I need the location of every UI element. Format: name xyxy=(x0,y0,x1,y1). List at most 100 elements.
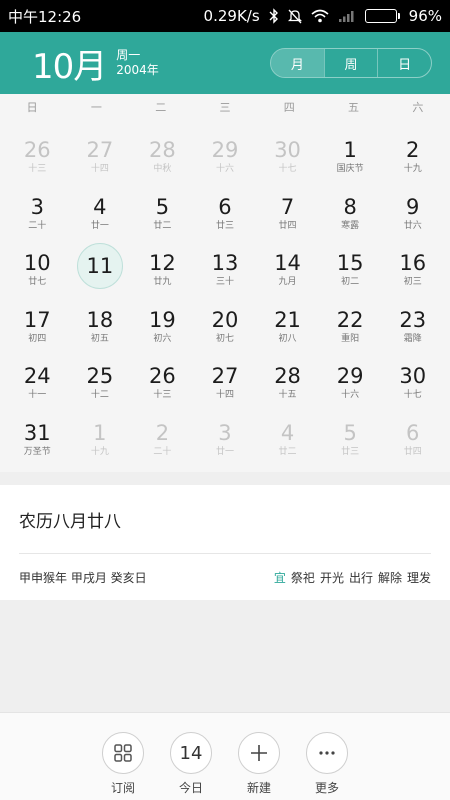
lunar-day: 国庆节 xyxy=(336,164,364,174)
day-cell[interactable]: 2 二十 xyxy=(131,409,194,466)
day-cell[interactable]: 4 廿二 xyxy=(256,409,319,466)
day-number: 8 xyxy=(343,194,357,219)
status-bar: 中午12:26 0.29K/s 96% xyxy=(0,0,450,32)
day-number: 28 xyxy=(149,138,176,162)
day-cell[interactable]: 24 十一 xyxy=(6,352,69,409)
day-cell[interactable]: 16 初三 xyxy=(381,239,444,296)
battery-percent: 96% xyxy=(408,7,442,25)
view-month-tab[interactable]: 月 xyxy=(271,49,324,77)
month-title[interactable]: 10月 xyxy=(32,39,107,88)
day-cell[interactable]: 27 十四 xyxy=(69,126,132,183)
wifi-icon xyxy=(311,9,329,23)
day-cell[interactable]: 29 十六 xyxy=(194,126,257,183)
network-speed: 0.29K/s xyxy=(203,7,260,25)
day-cell[interactable]: 29 十六 xyxy=(319,352,382,409)
new-tool[interactable]: 新建 xyxy=(229,732,289,796)
day-number: 6 xyxy=(406,420,420,445)
day-cell[interactable]: 19 初六 xyxy=(131,296,194,353)
view-day-tab[interactable]: 日 xyxy=(377,49,431,77)
day-cell[interactable]: 6 廿四 xyxy=(381,409,444,466)
day-cell[interactable]: 23 霜降 xyxy=(381,296,444,353)
day-cell[interactable]: 3 廿一 xyxy=(194,409,257,466)
day-cell[interactable]: 26 十三 xyxy=(6,126,69,183)
subscribe-tool[interactable]: 订阅 xyxy=(93,732,153,796)
day-cell[interactable]: 18 初五 xyxy=(69,296,132,353)
day-cell[interactable]: 20 初七 xyxy=(194,296,257,353)
day-cell[interactable]: 3 二十 xyxy=(6,183,69,240)
weekday-label: 一 xyxy=(90,101,102,114)
ganzhi-text: 甲申猴年 甲戌月 癸亥日 xyxy=(19,571,147,585)
header-date-info: 周一 2004年 xyxy=(116,48,159,78)
day-cell[interactable]: 30 十七 xyxy=(256,126,319,183)
yi-item: 理发 xyxy=(406,571,431,585)
lunar-day: 廿三 xyxy=(341,446,360,457)
today-button[interactable]: 14 xyxy=(170,732,212,774)
lunar-day: 初六 xyxy=(153,333,172,344)
yi-item: 解除 xyxy=(377,571,402,585)
day-cell[interactable]: 21 初八 xyxy=(256,296,319,353)
day-cell[interactable]: 8 寒露 xyxy=(319,183,382,240)
lunar-day: 初八 xyxy=(278,333,297,344)
lunar-day: 廿二 xyxy=(278,446,297,457)
day-number: 11 xyxy=(86,254,114,278)
lunar-day: 廿九 xyxy=(153,277,172,287)
more-dots-icon xyxy=(319,751,335,755)
more-button[interactable] xyxy=(306,732,348,774)
day-number: 4 xyxy=(280,420,295,445)
lunar-day: 十四 xyxy=(215,390,234,400)
day-cell[interactable]: 28 中秋 xyxy=(131,126,194,183)
lunar-day: 廿四 xyxy=(403,446,422,457)
day-cell[interactable]: 4 廿一 xyxy=(69,183,132,240)
lunar-day: 十三 xyxy=(153,390,172,400)
battery-icon xyxy=(364,9,400,23)
subscribe-button[interactable] xyxy=(102,732,144,774)
day-cell[interactable]: 1 十九 xyxy=(69,409,132,466)
lunar-day: 廿一 xyxy=(90,220,109,231)
lunar-day: 廿一 xyxy=(215,446,234,457)
day-number: 2 xyxy=(406,138,420,162)
yi-item: 开光 xyxy=(319,571,344,585)
day-cell[interactable]: 5 廿三 xyxy=(319,409,382,466)
bluetooth-icon xyxy=(269,8,279,24)
day-number: 23 xyxy=(399,307,427,332)
day-cell[interactable]: 27 十四 xyxy=(194,352,257,409)
day-number: 26 xyxy=(23,138,51,162)
day-cell[interactable]: 12 廿九 xyxy=(131,239,194,296)
day-cell[interactable]: 6 廿三 xyxy=(194,183,257,240)
day-cell[interactable]: 31 万圣节 xyxy=(6,409,69,466)
day-cell[interactable]: 9 廿六 xyxy=(381,183,444,240)
day-cell[interactable]: 30 十七 xyxy=(381,352,444,409)
lunar-day: 十六 xyxy=(215,164,234,174)
day-cell[interactable]: 5 廿二 xyxy=(131,183,194,240)
status-icons: 0.29K/s 96% xyxy=(204,7,442,25)
lunar-day: 廿六 xyxy=(403,220,422,231)
day-cell[interactable]: 28 十五 xyxy=(256,352,319,409)
day-cell-selected[interactable]: 11 xyxy=(69,239,132,296)
day-cell[interactable]: 1 国庆节 xyxy=(319,126,382,183)
day-cell[interactable]: 26 十三 xyxy=(131,352,194,409)
lunar-day: 霜降 xyxy=(403,333,422,344)
day-cell[interactable]: 15 初二 xyxy=(319,239,382,296)
today-tool[interactable]: 14 今日 xyxy=(161,732,221,796)
lunar-day: 二十 xyxy=(28,220,47,231)
new-event-button[interactable] xyxy=(238,732,280,774)
day-cell[interactable]: 7 廿四 xyxy=(256,183,319,240)
day-cell[interactable]: 2 十九 xyxy=(381,126,444,183)
day-cell[interactable]: 17 初四 xyxy=(6,296,69,353)
day-number: 29 xyxy=(336,364,364,388)
info-divider xyxy=(19,553,431,554)
day-cell[interactable]: 14 九月 xyxy=(256,239,319,296)
view-week-tab[interactable]: 周 xyxy=(323,49,378,77)
day-number: 22 xyxy=(336,307,364,332)
more-tool[interactable]: 更多 xyxy=(297,732,357,796)
day-cell[interactable]: 13 三十 xyxy=(194,239,257,296)
day-number: 6 xyxy=(218,194,232,219)
lunar-day: 十四 xyxy=(90,164,109,174)
day-number: 25 xyxy=(86,364,114,388)
day-cell[interactable]: 22 重阳 xyxy=(319,296,382,353)
weekday-label: 五 xyxy=(348,101,360,114)
lunar-day: 廿四 xyxy=(278,220,297,231)
day-cell[interactable]: 25 十二 xyxy=(69,352,132,409)
header-weekday: 周一 xyxy=(116,48,141,62)
day-cell[interactable]: 10 廿七 xyxy=(6,239,69,296)
